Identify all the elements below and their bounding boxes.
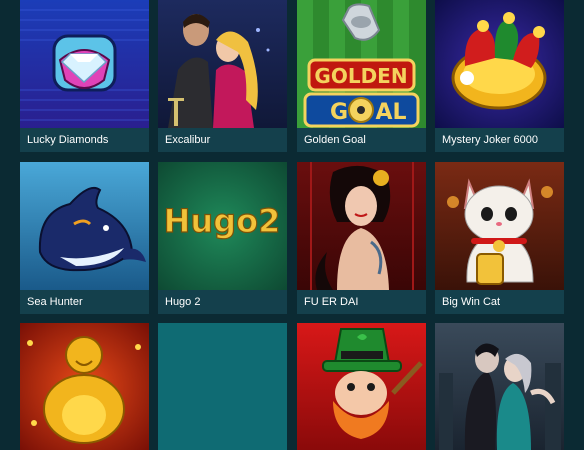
whistle-icon: GOLDEN G AL bbox=[297, 0, 426, 128]
game-thumbnail[interactable] bbox=[158, 0, 287, 128]
game-grid: Lucky Diamonds Excalibur GOLDEN G AL Gol… bbox=[0, 0, 584, 450]
game-tile-blank[interactable] bbox=[158, 323, 287, 450]
game-title[interactable]: Big Win Cat bbox=[435, 290, 564, 314]
game-tile-leprechaun[interactable] bbox=[297, 323, 426, 450]
game-tile-mystery-joker-6000[interactable]: Mystery Joker 6000 bbox=[435, 0, 564, 152]
game-title[interactable]: Lucky Diamonds bbox=[20, 128, 149, 152]
game-thumbnail[interactable] bbox=[435, 323, 564, 450]
game-thumbnail[interactable]: Hugo2 bbox=[158, 162, 287, 290]
game-title[interactable]: Excalibur bbox=[158, 128, 287, 152]
game-tile-big-win-cat[interactable]: Big Win Cat bbox=[435, 162, 564, 314]
leprechaun-icon bbox=[297, 323, 426, 450]
game-thumbnail[interactable] bbox=[20, 162, 149, 290]
logo-line-1: GOLDEN bbox=[314, 64, 407, 88]
svg-text:G: G bbox=[330, 100, 348, 125]
game-thumbnail[interactable] bbox=[435, 162, 564, 290]
game-thumbnail[interactable] bbox=[297, 162, 426, 290]
game-tile-golden-goal[interactable]: GOLDEN G AL Golden Goal bbox=[297, 0, 426, 152]
game-thumbnail[interactable]: GOLDEN G AL bbox=[297, 0, 426, 128]
orca-icon bbox=[20, 162, 149, 290]
game-tile-sea-hunter[interactable]: Sea Hunter bbox=[20, 162, 149, 314]
svg-text:AL: AL bbox=[375, 100, 406, 125]
game-title[interactable]: Golden Goal bbox=[297, 128, 426, 152]
game-thumbnail[interactable] bbox=[297, 323, 426, 450]
game-tile-excalibur[interactable]: Excalibur bbox=[158, 0, 287, 152]
diamond-icon bbox=[20, 0, 149, 128]
game-tile-lucky-diamonds[interactable]: Lucky Diamonds bbox=[20, 0, 149, 152]
hugo-logo: Hugo2 bbox=[158, 162, 287, 290]
buddha-icon bbox=[20, 323, 149, 450]
knight-couple-icon bbox=[158, 0, 287, 128]
hugo-logo-text: Hugo2 bbox=[164, 202, 281, 240]
game-thumbnail[interactable] bbox=[20, 323, 149, 450]
game-tile-hugo-2[interactable]: Hugo2 Hugo 2 bbox=[158, 162, 287, 314]
game-tile-fu-er-dai[interactable]: FU ER DAI bbox=[297, 162, 426, 314]
lucky-cat-icon bbox=[435, 162, 564, 290]
game-tile-vampire-couple[interactable] bbox=[435, 323, 564, 450]
game-title[interactable]: FU ER DAI bbox=[297, 290, 426, 314]
geisha-icon bbox=[297, 162, 426, 290]
game-thumbnail[interactable] bbox=[435, 0, 564, 128]
game-tile-buddha[interactable] bbox=[20, 323, 149, 450]
game-title[interactable]: Hugo 2 bbox=[158, 290, 287, 314]
vampire-couple-icon bbox=[435, 323, 564, 450]
game-thumbnail[interactable] bbox=[20, 0, 149, 128]
game-title[interactable]: Sea Hunter bbox=[20, 290, 149, 314]
game-title[interactable]: Mystery Joker 6000 bbox=[435, 128, 564, 152]
jester-hat-icon bbox=[435, 0, 564, 128]
